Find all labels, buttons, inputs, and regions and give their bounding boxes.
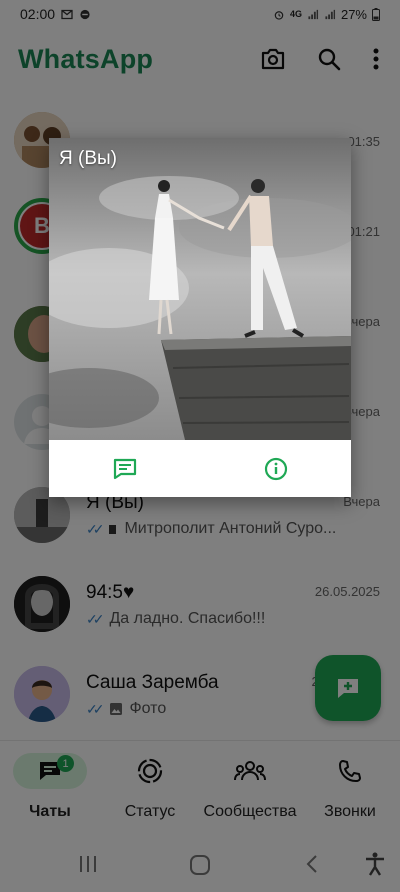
popup-title: Я (Вы) (59, 148, 117, 169)
info-icon (264, 457, 287, 480)
info-button[interactable] (200, 440, 351, 497)
profile-popup: Я (Вы) (49, 138, 351, 497)
profile-photo[interactable] (49, 138, 351, 440)
message-icon (113, 458, 136, 479)
message-button[interactable] (49, 440, 200, 497)
popup-actions (49, 440, 351, 497)
